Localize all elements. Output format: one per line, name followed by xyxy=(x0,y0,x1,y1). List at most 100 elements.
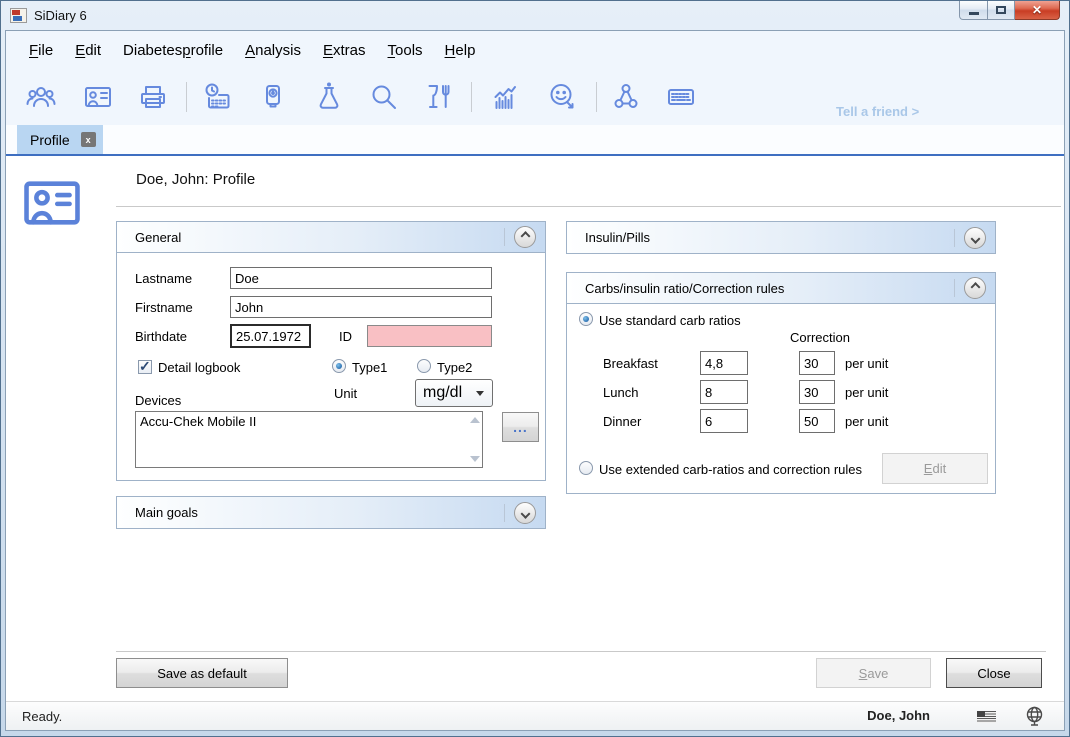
tell-a-friend-link[interactable]: Tell a friend > xyxy=(836,104,919,119)
correction-label: Correction xyxy=(790,330,850,345)
status-message: Ready. xyxy=(22,709,62,724)
firstname-label: Firstname xyxy=(135,300,193,315)
extended-ratios-radio[interactable] xyxy=(579,461,593,475)
profile-card-icon[interactable] xyxy=(81,80,115,114)
general-panel: General Lastname Firstname Birthdate ID … xyxy=(116,221,546,481)
close-window-button[interactable]: ✕ xyxy=(1015,1,1060,20)
client-area: File Edit Diabetesprofile Analysis Extra… xyxy=(5,30,1065,731)
id-label: ID xyxy=(339,329,352,344)
carbs-collapse-button[interactable] xyxy=(964,277,986,299)
unit-value: mg/dl xyxy=(416,384,476,402)
dinner-ratio-field[interactable] xyxy=(700,409,748,433)
printer-icon[interactable] xyxy=(136,80,170,114)
window-controls: ✕ xyxy=(959,1,1060,20)
extended-ratios-label: Use extended carb-ratios and correction … xyxy=(599,462,862,477)
glucose-meter-icon[interactable] xyxy=(256,80,290,114)
carbs-panel-title: Carbs/insulin ratio/Correction rules xyxy=(585,281,784,296)
wellbeing-icon[interactable] xyxy=(545,80,579,114)
lastname-field[interactable] xyxy=(230,267,492,289)
toolbar: Tell a friend > xyxy=(6,69,1064,125)
unit-dropdown[interactable]: mg/dl xyxy=(415,379,493,407)
minimize-button[interactable] xyxy=(959,1,988,20)
page-title: Doe, John: Profile xyxy=(136,171,255,188)
devices-scrollbar[interactable] xyxy=(466,412,482,467)
schedule-calendar-icon[interactable] xyxy=(201,80,235,114)
type1-radio[interactable] xyxy=(332,359,346,373)
menu-edit[interactable]: Edit xyxy=(64,35,112,66)
search-icon[interactable] xyxy=(367,80,401,114)
chevron-down-icon xyxy=(476,391,484,396)
main-goals-header[interactable]: Main goals xyxy=(117,497,545,528)
breakfast-ratio-field[interactable] xyxy=(700,351,748,375)
header-separator xyxy=(954,279,955,297)
devices-listbox[interactable]: Accu-Chek Mobile II xyxy=(135,411,483,468)
maximize-icon xyxy=(996,6,1006,14)
menu-file[interactable]: File xyxy=(18,35,64,66)
menu-tools[interactable]: Tools xyxy=(377,35,434,66)
close-button[interactable]: Close xyxy=(946,658,1042,688)
users-icon[interactable] xyxy=(24,80,58,114)
maximize-button[interactable] xyxy=(988,1,1015,20)
standard-ratios-radio[interactable] xyxy=(579,312,593,326)
carbs-panel: Carbs/insulin ratio/Correction rules Use… xyxy=(566,272,996,494)
title-bar[interactable]: SiDiary 6 ✕ xyxy=(1,1,1069,30)
general-collapse-button[interactable] xyxy=(514,226,536,248)
current-user: Doe, John xyxy=(867,708,930,723)
keyboard-icon[interactable] xyxy=(664,80,698,114)
id-field[interactable] xyxy=(367,325,492,347)
nutrition-icon[interactable] xyxy=(422,80,456,114)
dinner-label: Dinner xyxy=(603,414,641,429)
firstname-field[interactable] xyxy=(230,296,492,318)
detail-logbook-label: Detail logbook xyxy=(158,360,240,375)
statistics-icon[interactable] xyxy=(488,80,522,114)
dinner-correction-field[interactable] xyxy=(799,409,835,433)
carbs-panel-header[interactable]: Carbs/insulin ratio/Correction rules xyxy=(567,273,995,304)
footer-divider xyxy=(116,651,1046,652)
insulin-pills-expand-button[interactable] xyxy=(964,227,986,249)
lunch-ratio-field[interactable] xyxy=(700,380,748,404)
devices-label: Devices xyxy=(135,393,181,408)
lab-flask-icon[interactable] xyxy=(312,80,346,114)
tab-close-icon[interactable]: x xyxy=(81,132,96,147)
lunch-unit-label: per unit xyxy=(845,385,888,400)
close-icon: ✕ xyxy=(1032,3,1042,17)
type2-radio[interactable] xyxy=(417,359,431,373)
lunch-correction-field[interactable] xyxy=(799,380,835,404)
unit-label: Unit xyxy=(334,386,357,401)
toolbar-separator xyxy=(186,82,187,112)
heading-divider xyxy=(116,206,1061,207)
app-icon xyxy=(10,8,27,23)
save-button[interactable]: Save xyxy=(816,658,931,688)
carbs-panel-body: Use standard carb ratios Correction Brea… xyxy=(567,304,995,493)
language-flag-icon[interactable] xyxy=(977,711,996,723)
edit-button[interactable]: Edit xyxy=(882,453,988,484)
device-list-item[interactable]: Accu-Chek Mobile II xyxy=(136,412,482,429)
chevron-up-icon xyxy=(970,282,980,292)
share-icon[interactable] xyxy=(609,80,643,114)
breakfast-correction-field[interactable] xyxy=(799,351,835,375)
header-separator xyxy=(504,504,505,522)
chevron-down-icon xyxy=(970,234,980,244)
detail-logbook-checkbox[interactable] xyxy=(138,360,152,374)
scroll-up-icon[interactable] xyxy=(470,417,480,423)
type2-label: Type2 xyxy=(437,360,472,375)
tab-profile[interactable]: Profile x xyxy=(17,125,103,154)
menu-bar: File Edit Diabetesprofile Analysis Extra… xyxy=(6,31,1064,69)
main-goals-expand-button[interactable] xyxy=(514,502,536,524)
general-panel-body: Lastname Firstname Birthdate ID Detail l… xyxy=(117,253,545,480)
menu-analysis[interactable]: Analysis xyxy=(234,35,312,66)
devices-more-button[interactable]: ... xyxy=(502,412,539,442)
birthdate-field[interactable] xyxy=(230,324,311,348)
status-bar: Ready. Doe, John xyxy=(6,701,1064,730)
menu-diabetesprofile[interactable]: Diabetesprofile xyxy=(112,35,234,66)
save-as-default-button[interactable]: Save as default xyxy=(116,658,288,688)
breakfast-unit-label: per unit xyxy=(845,356,888,371)
lastname-label: Lastname xyxy=(135,271,192,286)
general-panel-header[interactable]: General xyxy=(117,222,545,253)
insulin-pills-header[interactable]: Insulin/Pills xyxy=(567,222,995,253)
header-separator xyxy=(954,229,955,247)
menu-help[interactable]: Help xyxy=(434,35,487,66)
globe-icon[interactable] xyxy=(1025,706,1044,731)
menu-extras[interactable]: Extras xyxy=(312,35,377,66)
scroll-down-icon[interactable] xyxy=(470,456,480,462)
